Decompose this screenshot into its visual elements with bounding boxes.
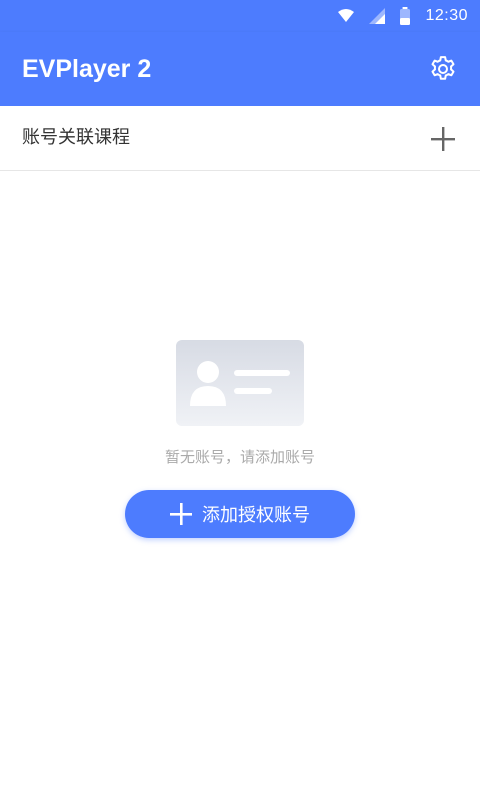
- plus-icon: [170, 503, 192, 525]
- linked-courses-row: 账号关联课程: [0, 106, 480, 171]
- app-bar: EVPlayer 2: [0, 32, 480, 106]
- app-screen: 12:30 EVPlayer 2 账号关联课程 暂无账号，请添加账号 添加授权账…: [0, 0, 480, 800]
- gear-icon: [431, 56, 455, 80]
- account-card-illustration: [176, 340, 304, 426]
- plus-icon: [431, 127, 455, 151]
- signal-icon: [369, 8, 386, 24]
- add-authorized-account-button[interactable]: 添加授权账号: [125, 490, 355, 538]
- add-course-button[interactable]: [430, 126, 456, 152]
- empty-message: 暂无账号，请添加账号: [164, 448, 315, 466]
- avatar-icon: [190, 361, 290, 406]
- app-title: EVPlayer 2: [22, 55, 152, 83]
- status-icons: 12:30: [337, 0, 468, 32]
- wifi-icon: [338, 9, 355, 22]
- settings-button[interactable]: [428, 54, 458, 84]
- status-bar: 12:30: [0, 0, 480, 32]
- add-account-label: 添加授权账号: [202, 505, 310, 526]
- battery-icon: [400, 7, 411, 25]
- section-title: 账号关联课程: [22, 127, 130, 148]
- status-time: 12:30: [425, 7, 468, 24]
